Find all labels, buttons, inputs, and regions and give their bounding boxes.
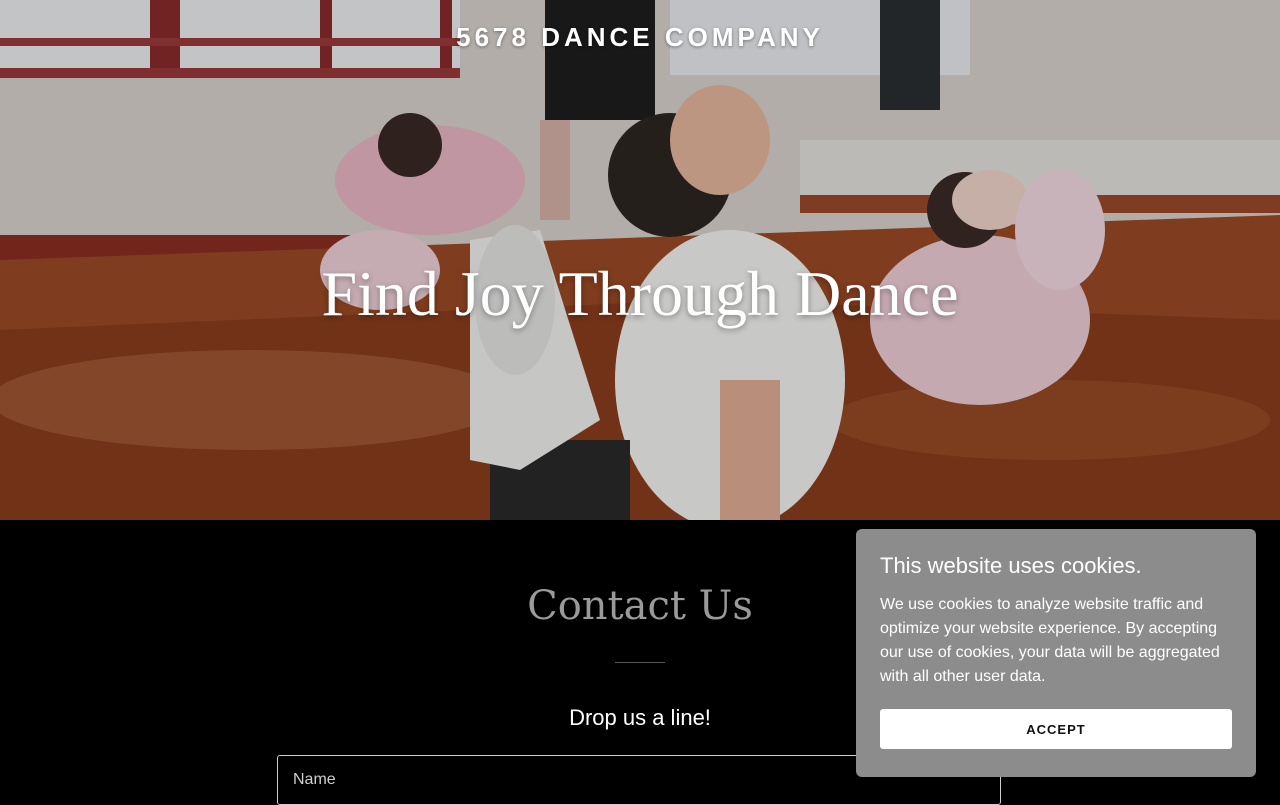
cookie-title: This website uses cookies. xyxy=(880,553,1142,578)
section-divider xyxy=(615,662,665,663)
cookie-banner: This website uses cookies. We use cookie… xyxy=(856,529,1256,777)
cookie-body: We use cookies to analyze website traffi… xyxy=(880,596,1220,685)
hero-section: 5678 DANCE COMPANY Find Joy Through Danc… xyxy=(0,0,1280,520)
accept-cookies-button[interactable]: ACCEPT xyxy=(880,709,1232,749)
site-brand[interactable]: 5678 DANCE COMPANY xyxy=(0,22,1280,53)
hero-title: Find Joy Through Dance xyxy=(321,258,959,329)
